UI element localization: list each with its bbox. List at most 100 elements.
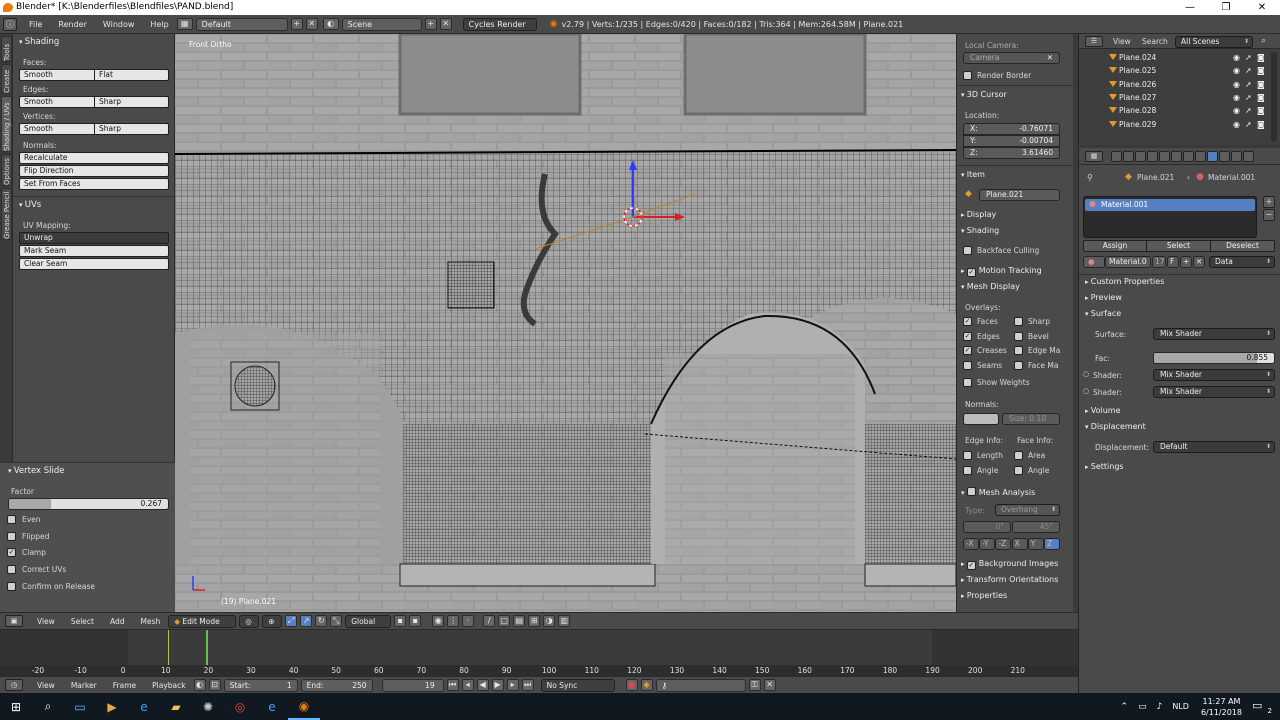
option-checkbox-flipped[interactable]	[7, 531, 16, 541]
selectable-arrow-icon[interactable]: ➚	[1245, 78, 1252, 91]
physics-tab-icon[interactable]	[1243, 151, 1254, 162]
angle-min-field[interactable]: 0°	[963, 521, 1011, 533]
jump-key-forward-icon[interactable]: ▸	[506, 679, 519, 691]
option-checkbox-correct-uvs[interactable]	[7, 565, 16, 575]
item-name-field[interactable]: Plane.021	[979, 189, 1060, 201]
rotate-icon[interactable]: ↻	[315, 615, 328, 627]
material-name-field[interactable]: Material.0	[1105, 256, 1151, 268]
transform-orientation-dropdown[interactable]: Global	[345, 614, 392, 628]
timeline-menu-view[interactable]: View	[29, 681, 63, 690]
internet-explorer-icon[interactable]: e	[256, 693, 288, 720]
manipulator-toggle-icon[interactable]: ⤢	[285, 615, 298, 627]
unwrap-dropdown[interactable]: Unwrap	[19, 232, 169, 244]
clock[interactable]: 11:27 AM 6/11/2018	[1201, 696, 1242, 718]
restore-icon[interactable]: ❐	[1208, 0, 1244, 15]
axis-button[interactable]: -Z	[995, 538, 1012, 550]
render-camera-icon[interactable]: ◙	[1257, 91, 1265, 104]
tray-chevron-icon[interactable]: ⌃	[1121, 702, 1129, 712]
cursor-y-field[interactable]: Y: -0.00704	[963, 135, 1060, 147]
settings-panel-title[interactable]: Settings	[1085, 462, 1124, 471]
add-scene-icon[interactable]: +	[424, 18, 437, 30]
constraints-tab-icon[interactable]	[1171, 151, 1182, 162]
delete-keyframe-icon[interactable]: ✕	[763, 679, 776, 691]
preview-range-icon[interactable]: ◐	[193, 679, 206, 691]
volume-icon[interactable]: ♪	[1157, 702, 1163, 712]
search-icon[interactable]: ⌕	[32, 693, 64, 720]
blender-taskbar-icon[interactable]: ◉	[288, 693, 320, 720]
layers-tab-icon[interactable]	[1123, 151, 1134, 162]
normals-size-field[interactable]: Size: 0.10	[1002, 413, 1060, 425]
material-browse-icon[interactable]: ●	[1083, 256, 1105, 268]
custom-properties-panel-title[interactable]: Custom Properties	[1085, 277, 1165, 286]
menu-window[interactable]: Window	[95, 20, 143, 29]
option-checkbox-even[interactable]	[7, 515, 16, 524]
vertex-select-icon[interactable]: ·	[462, 615, 475, 627]
background-images-panel-title[interactable]: Background Images	[961, 559, 1058, 570]
object-tab-icon[interactable]	[1159, 151, 1170, 162]
layer-icon-1[interactable]: ▪	[394, 615, 407, 627]
mesh-analysis-panel-title[interactable]: Mesh Analysis	[961, 486, 1035, 497]
viewport-shading-dropdown[interactable]: ◎	[239, 614, 260, 628]
outliner-view-menu[interactable]: View	[1113, 37, 1131, 46]
volume-panel-title[interactable]: Volume	[1085, 406, 1121, 415]
menu-render[interactable]: Render	[50, 20, 94, 29]
scene-tab-icon[interactable]	[1135, 151, 1146, 162]
overlay-seams-checkbox[interactable]	[963, 361, 972, 371]
end-frame-field[interactable]: End: 250	[300, 678, 373, 692]
snap-target-icon[interactable]: ⋮	[447, 615, 460, 627]
shading-panel-title[interactable]: Shading	[19, 37, 60, 47]
display-panel-title[interactable]: Display	[961, 210, 997, 219]
angle-max-field[interactable]: 45°	[1012, 521, 1060, 533]
jump-key-back-icon[interactable]: ◂	[461, 679, 474, 691]
recalculate-button[interactable]: Recalculate	[19, 152, 169, 164]
normals-display-buttons[interactable]	[963, 413, 999, 425]
vertex-slide-panel-title[interactable]: Vertex Slide	[8, 466, 65, 476]
scale-icon[interactable]: ⤡	[330, 615, 343, 627]
axis-button[interactable]: -Y	[979, 538, 996, 550]
snap-icon[interactable]: ⊞	[528, 615, 541, 627]
factor-slider[interactable]: 0.267	[8, 498, 169, 510]
preview-panel-title[interactable]: Preview	[1085, 293, 1122, 302]
motion-tracking-panel-title[interactable]: Motion Tracking	[961, 266, 1042, 277]
tab-shading-uvs[interactable]: Shading / UVs	[1, 96, 12, 152]
add-layout-icon[interactable]: +	[290, 18, 303, 30]
play-icon[interactable]: ▶	[491, 679, 504, 691]
timeline-menu-playback[interactable]: Playback	[144, 681, 193, 690]
length-checkbox[interactable]	[963, 451, 972, 460]
render-camera-icon[interactable]: ◙	[1257, 104, 1265, 117]
shading-panel-title-n[interactable]: Shading	[961, 226, 1000, 235]
outliner-display-dropdown[interactable]: All Scenes	[1175, 36, 1253, 48]
vertices-smooth-button[interactable]: Smooth	[19, 123, 95, 135]
current-frame-marker[interactable]	[206, 630, 208, 665]
pivot-point-dropdown[interactable]: ⊕	[262, 614, 283, 628]
face-select-icon[interactable]: ▢	[498, 615, 511, 627]
editor-type-icon[interactable]: ⓘ	[3, 17, 17, 31]
windows-start-icon[interactable]: ⊞	[0, 693, 32, 720]
selectable-arrow-icon[interactable]: ➚	[1245, 51, 1252, 64]
uvs-panel-title[interactable]: UVs	[19, 200, 41, 210]
file-explorer-icon[interactable]: ▰	[160, 693, 192, 720]
local-camera-field[interactable]: Camera ✕	[963, 52, 1060, 64]
set-from-faces-button[interactable]: Set From Faces	[19, 178, 169, 190]
axis-button[interactable]: X	[1011, 538, 1028, 550]
clear-seam-button[interactable]: Clear Seam	[19, 258, 169, 270]
notification-icon[interactable]: ▭ 2	[1252, 699, 1272, 715]
3d-cursor-panel-title[interactable]: 3D Cursor	[961, 90, 1007, 99]
selectable-arrow-icon[interactable]: ➚	[1245, 91, 1252, 104]
properties-editor-icon[interactable]: ▦	[1085, 151, 1103, 162]
displacement-panel-title[interactable]: Displacement	[1085, 422, 1146, 431]
overlay-bevel-checkbox[interactable]	[1014, 331, 1023, 341]
visibility-eye-icon[interactable]: ◉	[1233, 64, 1240, 77]
texture-tab-icon[interactable]	[1219, 151, 1230, 162]
option-checkbox-clamp[interactable]	[7, 548, 16, 558]
faces-flat-button[interactable]: Flat	[95, 69, 169, 81]
displacement-dropdown[interactable]: Default	[1153, 441, 1275, 453]
timeline-menu-frame[interactable]: Frame	[105, 681, 144, 690]
render-preview-icon[interactable]: ◑	[543, 615, 556, 627]
edge-angle-checkbox[interactable]	[963, 466, 972, 475]
3d-viewport[interactable]: Front Ortho (19) Plane.021	[175, 34, 956, 612]
start-frame-field[interactable]: Start: 1	[223, 678, 298, 692]
mesh-display-panel-title[interactable]: Mesh Display	[961, 282, 1020, 291]
cursor-x-field[interactable]: X: -0.76071	[963, 123, 1060, 135]
timeline-editor-icon[interactable]: ◷	[5, 679, 23, 691]
